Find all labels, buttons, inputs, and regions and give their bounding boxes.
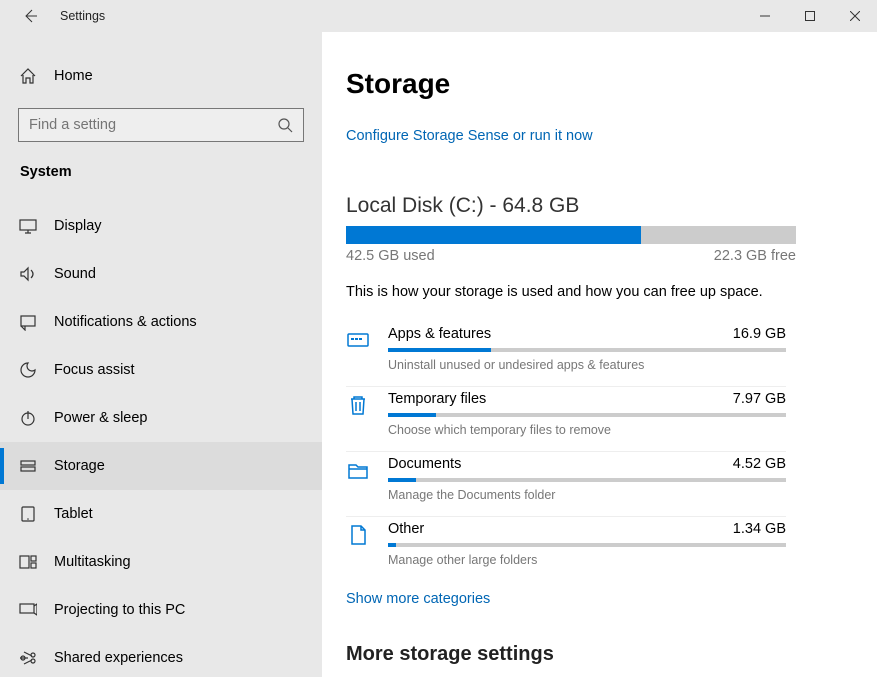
window-controls xyxy=(742,0,877,32)
search-input[interactable] xyxy=(29,117,277,133)
home-label: Home xyxy=(54,68,93,84)
search-icon xyxy=(277,117,293,133)
show-more-categories-link[interactable]: Show more categories xyxy=(346,591,857,607)
maximize-icon xyxy=(805,11,815,21)
search-box[interactable] xyxy=(18,108,304,142)
sidebar-item-label: Focus assist xyxy=(54,362,135,378)
category-bar xyxy=(388,543,786,547)
sidebar-item-label: Sound xyxy=(54,266,96,282)
category-other[interactable]: Other 1.34 GB Manage other large folders xyxy=(346,516,786,581)
sidebar-item-label: Multitasking xyxy=(54,554,131,570)
other-icon xyxy=(346,521,374,567)
docs-icon xyxy=(346,456,374,502)
disk-used-label: 42.5 GB used xyxy=(346,248,435,264)
home-nav[interactable]: Home xyxy=(18,56,304,96)
minimize-button[interactable] xyxy=(742,0,787,32)
sidebar-item-multitask[interactable]: Multitasking xyxy=(0,538,322,586)
disk-free-label: 22.3 GB free xyxy=(714,248,796,264)
storage-description: This is how your storage is used and how… xyxy=(346,284,857,300)
sidebar-item-label: Projecting to this PC xyxy=(54,602,185,618)
apps-icon xyxy=(346,326,374,372)
category-hint: Manage the Documents folder xyxy=(388,488,786,502)
category-hint: Uninstall unused or undesired apps & fea… xyxy=(388,358,786,372)
project-icon xyxy=(18,601,38,619)
back-arrow-icon xyxy=(22,8,38,24)
category-name: Documents xyxy=(388,456,461,472)
display-icon xyxy=(18,217,38,235)
multitask-icon xyxy=(18,553,38,571)
category-bar-fill xyxy=(388,348,491,352)
category-trash[interactable]: Temporary files 7.97 GB Choose which tempo… xyxy=(346,386,786,451)
sidebar-item-focus[interactable]: Focus assist xyxy=(0,346,322,394)
sidebar-item-sound[interactable]: Sound xyxy=(0,250,322,298)
page-title: Storage xyxy=(346,68,857,100)
category-name: Temporary files xyxy=(388,391,486,407)
shared-icon xyxy=(18,649,38,667)
category-bar-fill xyxy=(388,478,416,482)
sidebar-item-power[interactable]: Power & sleep xyxy=(0,394,322,442)
sidebar-item-label: Notifications & actions xyxy=(54,314,197,330)
category-name: Other xyxy=(388,521,424,537)
maximize-button[interactable] xyxy=(787,0,832,32)
back-button[interactable] xyxy=(18,4,42,28)
sidebar-item-display[interactable]: Display xyxy=(0,202,322,250)
category-size: 1.34 GB xyxy=(733,521,786,537)
category-hint: Manage other large folders xyxy=(388,553,786,567)
sidebar-item-project[interactable]: Projecting to this PC xyxy=(0,586,322,634)
category-list: Apps & features 16.9 GB Uninstall unused o… xyxy=(346,322,786,581)
disk-usage-bar xyxy=(346,226,796,244)
category-bar xyxy=(388,413,786,417)
category-size: 4.52 GB xyxy=(733,456,786,472)
sidebar-item-label: Storage xyxy=(54,458,105,474)
main-content: Storage Configure Storage Sense or run i… xyxy=(322,32,877,677)
sidebar-item-storage[interactable]: Storage xyxy=(0,442,322,490)
sidebar-item-label: Tablet xyxy=(54,506,93,522)
sidebar-item-notifications[interactable]: Notifications & actions xyxy=(0,298,322,346)
category-size: 16.9 GB xyxy=(733,326,786,342)
trash-icon xyxy=(346,391,374,437)
category-size: 7.97 GB xyxy=(733,391,786,407)
disk-usage-fill xyxy=(346,226,641,244)
focus-icon xyxy=(18,361,38,379)
category-bar-fill xyxy=(388,543,396,547)
sidebar: Home System Display Sound Notifications & … xyxy=(0,32,322,677)
storage-icon xyxy=(18,457,38,475)
configure-storage-sense-link[interactable]: Configure Storage Sense or run it now xyxy=(346,128,857,144)
minimize-icon xyxy=(760,11,770,21)
category-bar-fill xyxy=(388,413,436,417)
sidebar-item-label: Shared experiences xyxy=(54,650,183,666)
category-name: Apps & features xyxy=(388,326,491,342)
sidebar-item-shared[interactable]: Shared experiences xyxy=(0,634,322,677)
notifications-icon xyxy=(18,313,38,331)
window-title: Settings xyxy=(60,9,105,23)
category-bar xyxy=(388,348,786,352)
category-hint: Choose which temporary files to remove xyxy=(388,423,786,437)
disk-heading: Local Disk (C:) - 64.8 GB xyxy=(346,194,857,218)
sidebar-item-label: Power & sleep xyxy=(54,410,148,426)
power-icon xyxy=(18,409,38,427)
disk-stats: 42.5 GB used 22.3 GB free xyxy=(346,248,796,264)
sidebar-item-label: Display xyxy=(54,218,102,234)
more-storage-settings-heading: More storage settings xyxy=(346,643,857,666)
close-icon xyxy=(850,11,860,21)
tablet-icon xyxy=(18,505,38,523)
category-bar xyxy=(388,478,786,482)
home-icon xyxy=(18,67,38,85)
titlebar: Settings xyxy=(0,0,877,32)
sidebar-item-tablet[interactable]: Tablet xyxy=(0,490,322,538)
section-header: System xyxy=(18,164,304,180)
category-apps[interactable]: Apps & features 16.9 GB Uninstall unused o… xyxy=(346,322,786,386)
category-docs[interactable]: Documents 4.52 GB Manage the Documents fol… xyxy=(346,451,786,516)
close-button[interactable] xyxy=(832,0,877,32)
sound-icon xyxy=(18,265,38,283)
